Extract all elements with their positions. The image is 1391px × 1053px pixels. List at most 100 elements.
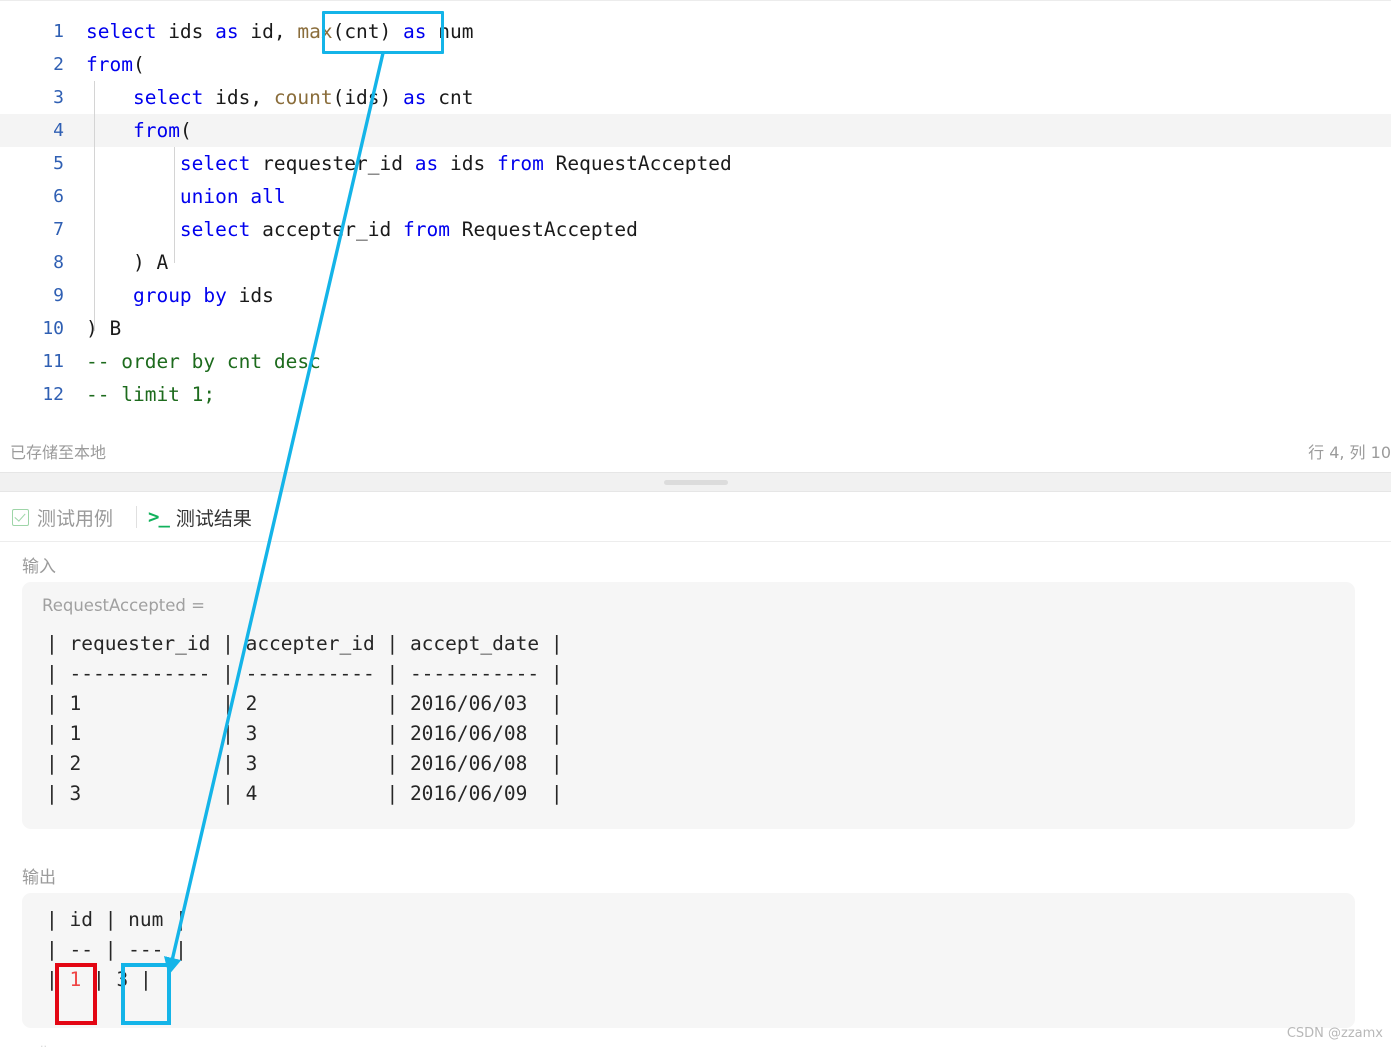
line-number: 8 <box>53 252 64 273</box>
input-table-row: | ------------ | ----------- | ---------… <box>46 662 563 685</box>
code-line[interactable]: 11 -- order by cnt desc <box>0 345 1391 378</box>
code-line[interactable]: 9 group by ids <box>0 279 1391 312</box>
line-number: 3 <box>53 87 64 108</box>
input-table-row: | 1 | 2 | 2016/06/03 | <box>46 692 563 715</box>
input-table-row: | requester_id | accepter_id | accept_da… <box>46 632 563 655</box>
screen-root: 1 select ids as id, max(cnt) as num 2 from(… <box>0 0 1391 1053</box>
code-line-text: -- limit 1; <box>86 378 215 411</box>
code-token: id, <box>238 20 298 43</box>
line-number: 6 <box>53 186 64 207</box>
code-token: as <box>215 20 239 43</box>
watermark-text: CSDN @zzamx <box>1286 1026 1383 1041</box>
checkbox-check-icon <box>12 508 29 526</box>
code-line[interactable]: 5 select requester_id as ids from Reques… <box>0 147 1391 180</box>
code-token: from <box>403 218 450 241</box>
max-cnt-highlight-box <box>322 11 444 54</box>
code-token: RequestAccepted <box>543 152 732 175</box>
indent-guide-level1 <box>94 81 95 331</box>
code-token: ( <box>179 119 192 142</box>
code-line-text: select ids, count(ids) as cnt <box>86 81 474 114</box>
code-token: -- order by cnt desc <box>86 350 321 373</box>
code-token: select <box>179 218 251 241</box>
code-line-text: -- order by cnt desc <box>86 345 321 378</box>
output-table-row: | id | num | <box>46 908 187 931</box>
output-data-box: | id | num | | -- | --- | | 1 | 3 | <box>22 893 1355 1028</box>
code-token: union all <box>179 185 286 208</box>
line-number: 11 <box>42 351 64 372</box>
code-line[interactable]: 12 -- limit 1; <box>0 378 1391 411</box>
output-section-label: 输出 <box>22 868 56 888</box>
code-line-text: union all <box>86 180 286 213</box>
code-token: RequestAccepted <box>449 218 638 241</box>
code-token: ( <box>132 53 145 76</box>
page-bottom-mark: .. <box>40 1037 47 1050</box>
sql-code-editor[interactable]: 1 select ids as id, max(cnt) as num 2 from(… <box>0 1 1391 428</box>
code-token: select <box>86 20 157 43</box>
code-line-text: select requester_id as ids from RequestA… <box>86 147 732 180</box>
input-table-row: | 1 | 3 | 2016/06/08 | <box>46 722 563 745</box>
code-line-text: ) B <box>86 312 121 345</box>
code-line[interactable]: 3 select ids, count(ids) as cnt <box>0 81 1391 114</box>
line-number: 2 <box>53 54 64 75</box>
indent-guide-level2 <box>174 147 175 263</box>
input-table-row: | 2 | 3 | 2016/06/08 | <box>46 752 563 775</box>
code-line[interactable]: 1 select ids as id, max(cnt) as num <box>0 15 1391 48</box>
code-line-text: ) A <box>86 246 168 279</box>
output-num-highlight-box <box>121 963 171 1025</box>
tab-test-cases[interactable]: 测试用例 <box>12 492 113 542</box>
line-number: 10 <box>42 318 64 339</box>
code-token: ) B <box>86 317 122 340</box>
code-line-list[interactable]: 1 select ids as id, max(cnt) as num 2 from(… <box>0 15 1391 411</box>
line-number: 1 <box>53 21 64 42</box>
results-panel: 测试用例 >_ 测试结果 输入 RequestAccepted = | requ… <box>0 492 1391 1053</box>
tab-test-result-label: 测试结果 <box>175 507 252 530</box>
results-tabbar: 测试用例 >_ 测试结果 <box>0 492 1391 542</box>
code-token: ids, <box>203 86 274 109</box>
input-table-row: | 3 | 4 | 2016/06/09 | <box>46 782 563 805</box>
tab-test-result[interactable]: >_ 测试结果 <box>148 492 252 542</box>
code-token: requester_id <box>250 152 415 175</box>
code-token: select <box>132 86 204 109</box>
code-token: accepter_id <box>250 218 403 241</box>
input-data-box: RequestAccepted = | requester_id | accep… <box>22 582 1355 829</box>
code-line[interactable]: 4 from( <box>0 114 1391 147</box>
splitter-drag-handle[interactable] <box>663 480 728 485</box>
code-token: from <box>132 119 180 142</box>
terminal-icon: >_ <box>148 506 170 528</box>
code-token: cnt <box>426 86 474 109</box>
code-token: ids <box>438 152 497 175</box>
code-line[interactable]: 2 from( <box>0 48 1391 81</box>
code-line-text: group by ids <box>86 279 274 312</box>
panel-splitter[interactable] <box>0 472 1391 492</box>
code-token: ) A <box>86 251 169 274</box>
tab-separator <box>136 506 137 528</box>
line-number: 9 <box>53 285 64 306</box>
line-number: 5 <box>53 153 64 174</box>
code-line[interactable]: 8 ) A <box>0 246 1391 279</box>
code-token: from <box>86 53 133 76</box>
tab-test-cases-label: 测试用例 <box>37 507 114 530</box>
code-line[interactable]: 6 union all <box>0 180 1391 213</box>
input-table-name: RequestAccepted = <box>42 596 205 615</box>
code-token: as <box>414 152 439 175</box>
code-token: as <box>403 86 427 109</box>
code-line-text: from( <box>86 114 192 147</box>
code-token: ids <box>156 20 216 43</box>
cursor-position-text: 行 4, 列 10 <box>1308 443 1391 462</box>
code-token: (ids) <box>332 86 404 109</box>
code-token: group by <box>132 284 227 307</box>
code-line[interactable]: 7 select accepter_id from RequestAccepte… <box>0 213 1391 246</box>
output-id-error-box <box>55 963 97 1025</box>
output-table-row: | -- | --- | <box>46 938 187 961</box>
line-number: 7 <box>53 219 64 240</box>
code-token: ids <box>226 284 274 307</box>
code-line[interactable]: 10 ) B <box>0 312 1391 345</box>
code-line-text: from( <box>86 48 145 81</box>
line-number: 12 <box>42 384 64 405</box>
input-section-label: 输入 <box>22 557 56 577</box>
code-token: select <box>179 152 251 175</box>
code-token: count <box>273 86 333 109</box>
